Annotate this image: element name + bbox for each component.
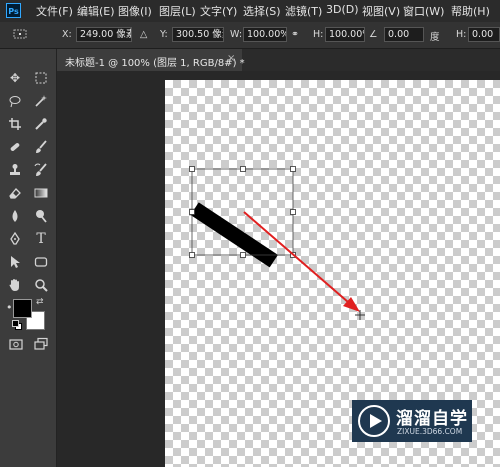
zoom-tool-icon[interactable]: [31, 276, 51, 294]
h2-field[interactable]: 0.00: [468, 27, 500, 42]
angle-unit: 度: [430, 32, 440, 43]
clone-stamp-icon[interactable]: [5, 161, 25, 179]
menu-file[interactable]: 文件(F): [36, 3, 73, 19]
w-field[interactable]: 100.00%: [243, 27, 287, 42]
document-tab-bar: 未标题-1 @ 100% (图层 1, RGB/8#) * ×: [57, 49, 500, 71]
watermark-url: ZIXUE.3D66.COM: [397, 427, 463, 436]
menu-type[interactable]: 文字(Y): [200, 3, 237, 19]
menu-layer[interactable]: 图层(L): [159, 3, 196, 19]
document-tab[interactable]: 未标题-1 @ 100% (图层 1, RGB/8#) * ×: [57, 49, 245, 71]
foreground-color-swatch[interactable]: [13, 299, 32, 318]
rectangle-tool-icon[interactable]: [31, 253, 51, 271]
brush-tool-icon[interactable]: [31, 138, 51, 156]
toolbar: ✥ T ••• ⇄: [0, 49, 57, 467]
y-field[interactable]: 300.50 像素: [172, 27, 224, 42]
angle-field[interactable]: 0.00: [384, 27, 424, 42]
menu-bar: Ps 文件(F) 编辑(E) 图像(I) 图层(L) 文字(Y) 选择(S) 滤…: [0, 0, 500, 22]
menu-image[interactable]: 图像(I): [118, 3, 152, 19]
magic-wand-icon[interactable]: [31, 92, 51, 110]
gradient-tool-icon[interactable]: [31, 184, 51, 202]
play-logo-icon: [358, 405, 390, 437]
y-label: Y:: [160, 29, 168, 40]
hand-tool-icon[interactable]: [5, 276, 25, 294]
reference-point-icon[interactable]: [12, 28, 28, 43]
swap-colors-icon[interactable]: ⇄: [36, 297, 44, 307]
type-tool-icon[interactable]: T: [31, 230, 51, 248]
lasso-tool-icon[interactable]: [5, 92, 25, 110]
healing-brush-icon[interactable]: [5, 138, 25, 156]
w-label: W:: [230, 29, 243, 40]
link-icon[interactable]: ⚭: [291, 29, 299, 40]
menu-edit[interactable]: 编辑(E): [77, 3, 115, 19]
crop-tool-icon[interactable]: [5, 115, 25, 133]
dodge-tool-icon[interactable]: [31, 207, 51, 225]
pen-tool-icon[interactable]: [5, 230, 25, 248]
options-bar: X: 249.00 像素 △ Y: 300.50 像素 W: 100.00% ⚭…: [0, 22, 500, 49]
default-colors-icon[interactable]: [12, 320, 22, 330]
eyedropper-icon[interactable]: [31, 115, 51, 133]
quick-mask-icon[interactable]: [6, 335, 26, 353]
marquee-tool-icon[interactable]: [31, 69, 51, 87]
path-selection-icon[interactable]: [5, 253, 25, 271]
watermark: 溜溜自学 ZIXUE.3D66.COM: [352, 400, 472, 442]
h-field[interactable]: 100.00%: [325, 27, 365, 42]
h2-label: H:: [456, 29, 467, 40]
delta-icon[interactable]: △: [140, 29, 147, 40]
blur-tool-icon[interactable]: [5, 207, 25, 225]
photoshop-logo: Ps: [6, 3, 21, 18]
angle-icon: ∠: [369, 29, 378, 40]
menu-window[interactable]: 窗口(W): [403, 3, 444, 19]
menu-help[interactable]: 帮助(H): [451, 3, 490, 19]
h-label: H:: [313, 29, 324, 40]
menu-select[interactable]: 选择(S): [243, 3, 281, 19]
x-label: X:: [62, 29, 72, 40]
watermark-title: 溜溜自学: [396, 409, 468, 429]
document-tab-title: 未标题-1 @ 100% (图层 1, RGB/8#) *: [65, 58, 245, 69]
move-tool-icon[interactable]: ✥: [5, 69, 25, 87]
eraser-tool-icon[interactable]: [5, 184, 25, 202]
menu-view[interactable]: 视图(V): [362, 3, 400, 19]
screen-mode-icon[interactable]: [31, 335, 51, 353]
menu-filter[interactable]: 滤镜(T): [285, 3, 322, 19]
close-icon[interactable]: ×: [227, 53, 235, 64]
menu-3d[interactable]: 3D(D): [326, 3, 359, 16]
history-brush-icon[interactable]: [31, 161, 51, 179]
x-field[interactable]: 249.00 像素: [76, 27, 132, 42]
